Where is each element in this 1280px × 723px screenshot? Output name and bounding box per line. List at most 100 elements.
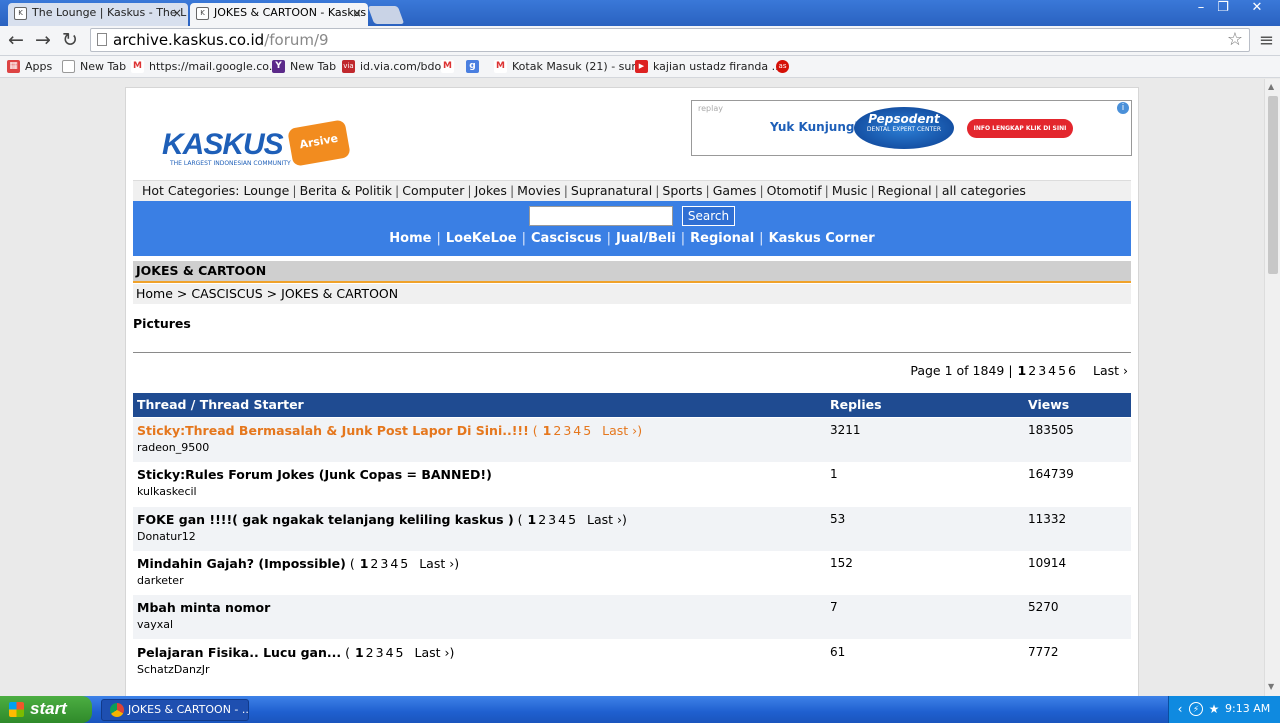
ad-replay-label[interactable]: replay <box>698 104 723 113</box>
thread-page-link[interactable]: 1 <box>354 645 365 660</box>
forward-arrow-icon[interactable]: → <box>32 30 54 52</box>
bookmark-new-tab[interactable]: New Tab <box>62 59 126 75</box>
thread-page-link[interactable]: 2 <box>369 556 379 571</box>
thread-page-link[interactable]: 3 <box>562 423 572 438</box>
ad-cta-button[interactable]: INFO LENGKAP KLIK DI SINI <box>967 119 1073 138</box>
thread-page-link[interactable]: 4 <box>389 556 399 571</box>
thread-title-link[interactable]: FOKE gan !!!!( gak ngakak telanjang keli… <box>137 512 514 527</box>
search-button[interactable]: Search <box>682 206 735 226</box>
thread-page-link[interactable]: 2 <box>552 423 562 438</box>
pagination-last-link[interactable]: Last › <box>1093 363 1128 378</box>
column-header-replies[interactable]: Replies <box>830 393 882 417</box>
scroll-down-arrow-icon[interactable]: ▼ <box>1268 682 1274 691</box>
bookmark-star-icon[interactable]: ☆ <box>1227 29 1243 51</box>
scroll-up-arrow-icon[interactable]: ▲ <box>1268 82 1274 91</box>
close-tab-icon[interactable]: × <box>352 3 362 23</box>
browser-tab-active[interactable]: K JOKES & CARTOON - Kaskus × <box>190 3 368 26</box>
thread-starter-link[interactable]: radeon_9500 <box>137 441 209 454</box>
bookmark-via[interactable]: via id.via.com/bdo <box>342 59 441 75</box>
thread-title-link[interactable]: Mbah minta nomor <box>137 600 270 615</box>
bookmark-apps[interactable]: ▦ Apps <box>7 59 52 75</box>
network-icon[interactable]: ⚡ <box>1189 702 1203 716</box>
thread-page-link[interactable]: 3 <box>375 645 385 660</box>
thread-title-link[interactable]: Sticky:Rules Forum Jokes (Junk Copas = B… <box>137 467 492 482</box>
bookmark-kotak-masuk[interactable]: M Kotak Masuk (21) - sur... <box>494 59 645 75</box>
start-button[interactable]: start <box>0 696 92 723</box>
hot-category-link[interactable]: Berita & Politik <box>300 183 392 198</box>
thread-starter-link[interactable]: darketer <box>137 574 184 587</box>
kaskus-logo[interactable]: KASKUS THE LARGEST INDONESIAN COMMUNITY … <box>162 119 352 174</box>
restore-icon[interactable]: ❐ <box>1212 1 1234 17</box>
thread-starter-link[interactable]: kulkaskecil <box>137 485 197 498</box>
main-nav-link[interactable]: Home <box>389 231 431 246</box>
address-bar[interactable]: archive.kaskus.co.id/forum/9 ☆ <box>90 28 1250 52</box>
pagination-page-link[interactable]: 5 <box>1057 363 1067 378</box>
column-header-views[interactable]: Views <box>1028 393 1069 417</box>
thread-page-link[interactable]: 1 <box>527 512 538 527</box>
pagination-page-link[interactable]: 2 <box>1027 363 1037 378</box>
bookmark-gmail[interactable]: M https://mail.google.co... <box>131 59 279 75</box>
hot-category-link[interactable]: Games <box>713 183 757 198</box>
ad-banner[interactable]: replay i Yuk Kunjungi Pepsodent DENTAL E… <box>691 100 1132 156</box>
hot-category-link[interactable]: Computer <box>402 183 464 198</box>
search-input[interactable] <box>529 206 673 226</box>
main-nav-link[interactable]: Casciscus <box>531 231 602 246</box>
thread-page-link[interactable]: 5 <box>567 512 577 527</box>
thread-page-link[interactable]: 5 <box>582 423 592 438</box>
scrollbar-thumb[interactable] <box>1268 96 1278 274</box>
close-tab-icon[interactable]: × <box>172 3 182 23</box>
thread-starter-link[interactable]: Donatur12 <box>137 530 196 543</box>
ad-info-icon[interactable]: i <box>1117 102 1129 114</box>
thread-title-link[interactable]: Mindahin Gajah? (Impossible) <box>137 556 346 571</box>
column-header-thread[interactable]: Thread / Thread Starter <box>137 393 304 417</box>
thread-last-page-link[interactable]: Last › <box>419 556 454 571</box>
main-nav-link[interactable]: Regional <box>690 231 754 246</box>
thread-starter-link[interactable]: SchatzDanzJr <box>137 663 210 676</box>
browser-tab[interactable]: K The Lounge | Kaskus - The L × <box>8 3 188 26</box>
main-nav-link[interactable]: LoeKeLoe <box>446 231 517 246</box>
thread-page-link[interactable]: 3 <box>547 512 557 527</box>
hot-category-link[interactable]: Otomotif <box>767 183 822 198</box>
thread-page-link[interactable]: 4 <box>572 423 582 438</box>
thread-page-link[interactable]: 4 <box>385 645 395 660</box>
thread-last-page-link[interactable]: Last › <box>587 512 622 527</box>
close-window-icon[interactable]: ✕ <box>1244 1 1270 17</box>
thread-last-page-link[interactable]: Last › <box>414 645 449 660</box>
pagination-page-link[interactable]: 1 <box>1017 363 1028 378</box>
thread-page-link[interactable]: 4 <box>557 512 567 527</box>
thread-title-link[interactable]: Pelajaran Fisika.. Lucu gan... <box>137 645 341 660</box>
thread-page-link[interactable]: 2 <box>537 512 547 527</box>
star-tray-icon[interactable]: ★ <box>1207 702 1221 716</box>
hot-category-link[interactable]: Music <box>832 183 868 198</box>
page-scrollbar[interactable]: ▲ ▼ <box>1264 79 1280 696</box>
hot-category-link[interactable]: Movies <box>517 183 561 198</box>
bookmark-youtube[interactable]: ▶ kajian ustadz firanda ... <box>635 59 782 75</box>
minimize-icon[interactable]: – <box>1190 1 1212 17</box>
thread-page-link[interactable]: 1 <box>542 423 553 438</box>
thread-page-link[interactable]: 2 <box>365 645 375 660</box>
pagination-page-link[interactable]: 3 <box>1037 363 1047 378</box>
taskbar-window-item[interactable]: JOKES & CARTOON - ... <box>101 699 249 721</box>
hot-category-link[interactable]: Regional <box>878 183 932 198</box>
thread-title-link[interactable]: Sticky:Thread Bermasalah & Junk Post Lap… <box>137 423 529 438</box>
thread-page-link[interactable]: 3 <box>379 556 389 571</box>
bookmark-yahoo[interactable]: Y New Tab <box>272 59 336 75</box>
hot-category-link[interactable]: Jokes <box>475 183 507 198</box>
thread-page-link[interactable]: 1 <box>359 556 370 571</box>
hot-category-link[interactable]: all categories <box>942 183 1026 198</box>
back-arrow-icon[interactable]: ← <box>5 30 27 52</box>
new-tab-button[interactable] <box>367 6 405 24</box>
hot-category-link[interactable]: Sports <box>662 183 702 198</box>
hot-category-link[interactable]: Supranatural <box>571 183 652 198</box>
tray-expand-icon[interactable]: ‹ <box>1173 702 1187 716</box>
thread-starter-link[interactable]: vayxal <box>137 618 173 631</box>
main-nav-link[interactable]: Jual/Beli <box>616 231 676 246</box>
pagination-page-link[interactable]: 6 <box>1067 363 1077 378</box>
reload-icon[interactable]: ↻ <box>59 30 81 52</box>
thread-last-page-link[interactable]: Last › <box>602 423 637 438</box>
thread-page-link[interactable]: 5 <box>395 645 405 660</box>
pagination-page-link[interactable]: 4 <box>1047 363 1057 378</box>
hot-category-link[interactable]: Lounge <box>244 183 290 198</box>
main-nav-link[interactable]: Kaskus Corner <box>769 231 875 246</box>
chrome-menu-icon[interactable]: ≡ <box>1259 30 1274 51</box>
